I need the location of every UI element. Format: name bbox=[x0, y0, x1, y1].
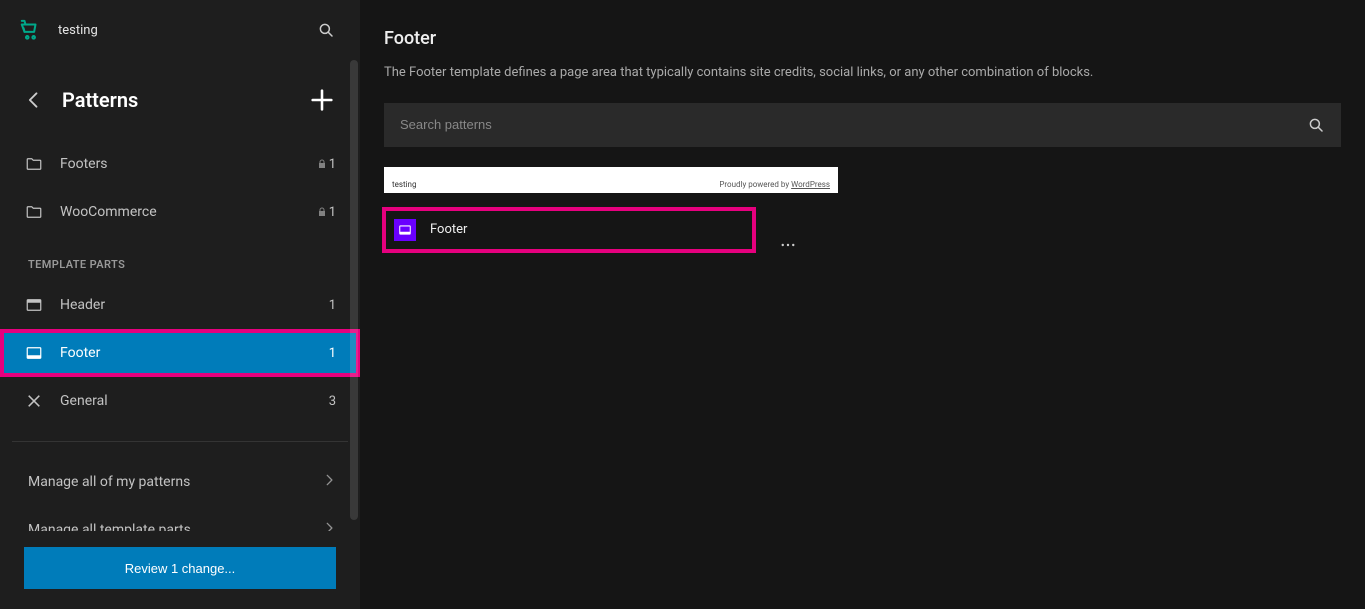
sidebar-item-count: 3 bbox=[329, 394, 336, 409]
sidebar-item-header[interactable]: Header 1 bbox=[0, 281, 360, 329]
header-icon bbox=[24, 295, 44, 315]
chevron-right-icon bbox=[322, 473, 336, 491]
add-pattern-icon[interactable] bbox=[308, 86, 336, 114]
review-changes-button[interactable]: Review 1 change... bbox=[24, 547, 336, 589]
sidebar-item-general[interactable]: General 3 bbox=[0, 377, 360, 425]
sidebar-item-woocommerce[interactable]: WooCommerce 1 bbox=[0, 188, 360, 236]
sidebar-scrollbar[interactable] bbox=[350, 60, 358, 520]
lock-icon bbox=[315, 157, 329, 171]
sidebar-item-label: WooCommerce bbox=[60, 204, 311, 220]
folder-icon bbox=[24, 202, 44, 222]
sidebar-scroll[interactable]: Footers 1 WooCommerce 1 TEMPLATE PARTS H… bbox=[0, 140, 360, 531]
site-logo-icon[interactable] bbox=[16, 16, 44, 44]
folder-icon bbox=[24, 154, 44, 174]
sidebar-item-count: 1 bbox=[329, 205, 336, 220]
sidebar-item-count: 1 bbox=[329, 298, 336, 313]
sidebar-title: Patterns bbox=[62, 88, 138, 112]
manage-patterns-link[interactable]: Manage all of my patterns bbox=[0, 458, 360, 506]
back-icon[interactable] bbox=[24, 90, 44, 110]
search-patterns-input[interactable] bbox=[400, 117, 1307, 132]
general-icon bbox=[24, 391, 44, 411]
page-description: The Footer template defines a page area … bbox=[384, 63, 1341, 83]
sidebar-item-label: Header bbox=[60, 297, 329, 313]
more-actions-icon[interactable] bbox=[770, 227, 806, 263]
sidebar: testing Patterns Footers 1 WooCommerce 1… bbox=[0, 0, 360, 609]
search-icon[interactable] bbox=[308, 12, 344, 48]
preview-site-title: testing bbox=[392, 180, 416, 189]
sidebar-header: Patterns bbox=[0, 60, 360, 140]
sidebar-item-count: 1 bbox=[329, 157, 336, 172]
main-content: Footer The Footer template defines a pag… bbox=[360, 0, 1365, 609]
search-patterns-input-wrapper[interactable] bbox=[384, 103, 1341, 147]
sidebar-item-label: General bbox=[60, 393, 329, 409]
page-title: Footer bbox=[384, 0, 1341, 49]
template-parts-label: TEMPLATE PARTS bbox=[0, 236, 360, 281]
divider bbox=[12, 441, 348, 442]
preview-powered-by: Proudly powered by WordPress bbox=[719, 180, 830, 189]
sidebar-item-count: 1 bbox=[329, 346, 336, 361]
pattern-label: Footer bbox=[430, 222, 467, 237]
site-name: testing bbox=[58, 23, 98, 38]
pattern-grid: testing Proudly powered by WordPress Foo… bbox=[384, 167, 1341, 263]
lock-icon bbox=[315, 205, 329, 219]
sidebar-item-footer[interactable]: Footer 1 bbox=[0, 329, 360, 377]
sidebar-item-footers[interactable]: Footers 1 bbox=[0, 140, 360, 188]
sidebar-item-label: Footer bbox=[60, 345, 329, 361]
template-part-icon bbox=[394, 219, 416, 241]
pattern-title-row[interactable]: Footer bbox=[384, 209, 754, 251]
preview-powered-link: WordPress bbox=[791, 180, 830, 189]
chevron-right-icon bbox=[322, 521, 336, 531]
search-icon bbox=[1307, 116, 1325, 134]
sidebar-footer: Review 1 change... bbox=[0, 531, 360, 609]
manage-template-parts-label: Manage all template parts bbox=[28, 522, 322, 531]
sidebar-item-label: Footers bbox=[60, 156, 311, 172]
pattern-preview: testing Proudly powered by WordPress bbox=[384, 167, 838, 193]
footer-icon bbox=[24, 343, 44, 363]
manage-template-parts-link[interactable]: Manage all template parts bbox=[0, 506, 360, 531]
topbar: testing bbox=[0, 0, 360, 60]
manage-patterns-label: Manage all of my patterns bbox=[28, 474, 322, 490]
pattern-card[interactable]: testing Proudly powered by WordPress Foo… bbox=[384, 167, 838, 263]
preview-powered-prefix: Proudly powered by bbox=[719, 180, 791, 189]
